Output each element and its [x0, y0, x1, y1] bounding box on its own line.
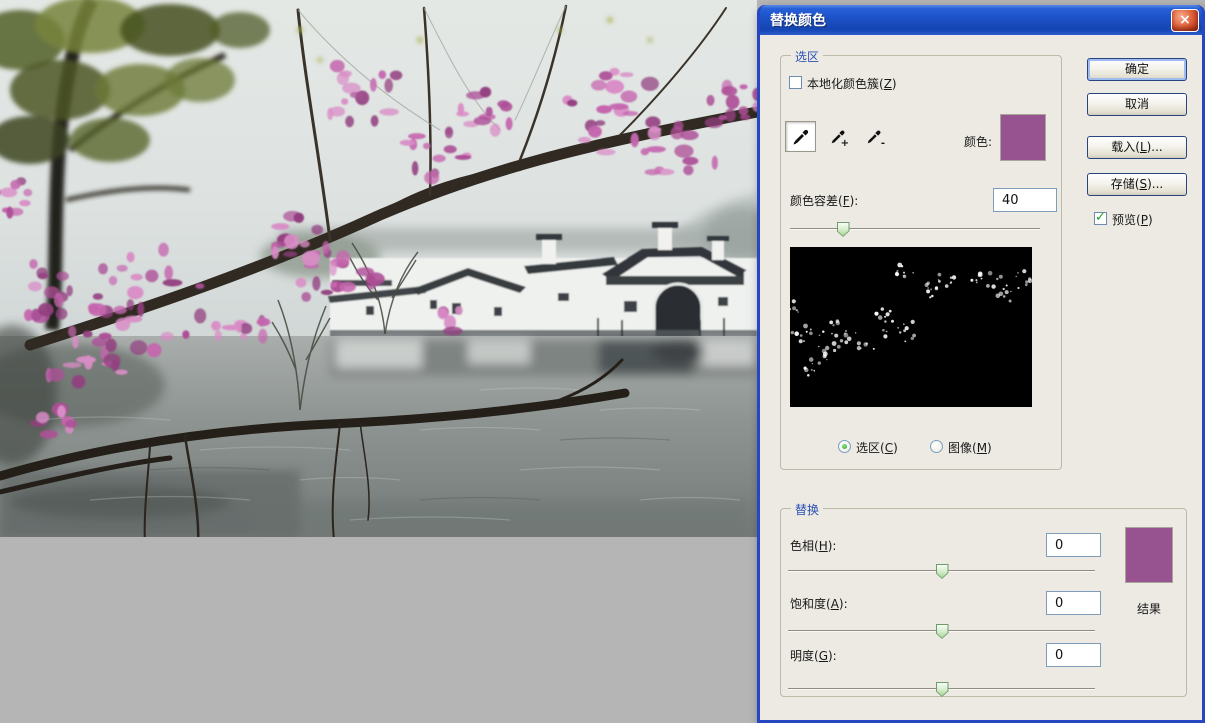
- localized-clusters-checkbox[interactable]: [789, 76, 802, 89]
- hue-label: 色相(H):: [790, 539, 837, 553]
- hue-slider[interactable]: [788, 563, 1095, 579]
- eyedropper-sample-button[interactable]: [785, 121, 816, 152]
- eyedropper-add-button[interactable]: +: [826, 125, 850, 149]
- replace-color-dialog: 替换颜色 × 选区 本地化颜色簇(Z) + - 颜色: 颜色容差(F): 40 …: [757, 5, 1205, 723]
- fuzziness-slider-track: [790, 228, 1040, 230]
- load-button[interactable]: 载入(L)...: [1087, 136, 1187, 159]
- selected-color-swatch[interactable]: [1000, 114, 1046, 161]
- color-label: 颜色:: [963, 135, 992, 149]
- radio-image[interactable]: [930, 440, 943, 453]
- hue-input[interactable]: [1046, 533, 1101, 557]
- preview-checkbox[interactable]: [1094, 210, 1107, 225]
- radio-image-label: 图像(M): [948, 441, 992, 455]
- radio-selection[interactable]: [838, 440, 851, 453]
- saturation-input[interactable]: [1046, 591, 1101, 615]
- lightness-slider-thumb[interactable]: [935, 682, 949, 697]
- village-reflection: [330, 340, 757, 376]
- fuzziness-input[interactable]: [993, 188, 1057, 212]
- eyedropper-subtract-button[interactable]: -: [862, 125, 886, 149]
- close-icon[interactable]: ×: [1171, 9, 1199, 32]
- eyedropper-icon: [793, 129, 808, 144]
- localized-clusters-label: 本地化颜色簇(Z): [807, 77, 897, 91]
- result-label: 结果: [1136, 602, 1161, 616]
- radio-selection-label: 选区(C): [856, 441, 898, 455]
- saturation-slider-thumb[interactable]: [935, 624, 949, 639]
- saturation-slider[interactable]: [788, 623, 1095, 639]
- result-color-swatch[interactable]: [1125, 527, 1173, 583]
- ok-button[interactable]: 确定: [1087, 58, 1187, 81]
- hue-slider-thumb[interactable]: [935, 564, 949, 579]
- save-button[interactable]: 存储(S)...: [1087, 173, 1187, 196]
- fuzziness-slider-thumb[interactable]: [836, 222, 850, 237]
- fuzziness-slider[interactable]: [790, 221, 1040, 237]
- mask-preview: [790, 247, 1032, 407]
- dialog-title: 替换颜色: [770, 13, 826, 29]
- dialog-body: 选区 本地化颜色簇(Z) + - 颜色: 颜色容差(F): 40 选区(C) 图…: [760, 35, 1202, 720]
- lightness-input[interactable]: [1046, 643, 1101, 667]
- selection-group-title: 选区: [791, 48, 824, 65]
- cancel-button[interactable]: 取消: [1087, 93, 1187, 116]
- saturation-label: 饱和度(A):: [790, 597, 848, 611]
- dialog-titlebar[interactable]: 替换颜色 ×: [760, 5, 1202, 35]
- replacement-group-title: 替换: [791, 501, 824, 518]
- fuzziness-label: 颜色容差(F):: [790, 194, 859, 208]
- preview-checkbox-label: 预览(P): [1112, 213, 1153, 227]
- document-photo[interactable]: [0, 0, 757, 537]
- lightness-slider[interactable]: [788, 681, 1095, 697]
- lightness-label: 明度(G):: [790, 649, 837, 663]
